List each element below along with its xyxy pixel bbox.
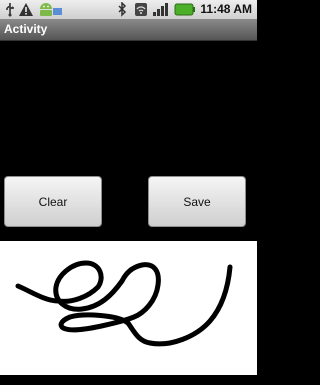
bluetooth-icon: [118, 2, 127, 17]
drawing-canvas[interactable]: [0, 241, 257, 375]
drawn-stroke: [15, 260, 233, 347]
clear-button[interactable]: Clear: [4, 176, 102, 227]
signal-icon: [153, 3, 168, 16]
wifi-icon: [135, 3, 147, 16]
status-bar: 11:48 AM: [0, 0, 257, 19]
warning-icon: [19, 3, 33, 16]
bottom-bar: [0, 375, 257, 385]
status-time: 11:48 AM: [200, 2, 252, 16]
battery-icon: [174, 3, 195, 16]
page-title: Activity: [4, 22, 48, 36]
android-icon: [40, 3, 62, 16]
title-bar: Activity: [0, 19, 257, 41]
usb-icon: [6, 3, 14, 17]
save-button[interactable]: Save: [148, 176, 246, 227]
